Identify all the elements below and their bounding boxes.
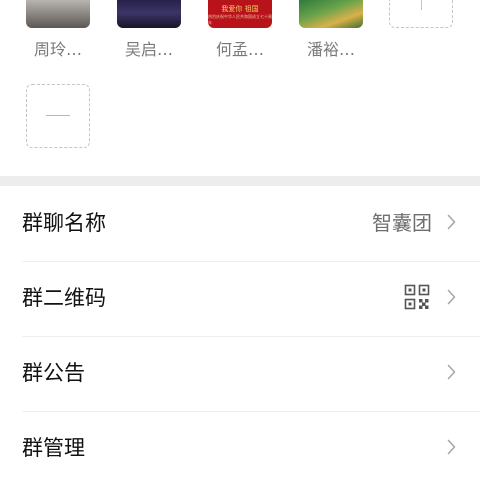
group-management-label: 群管理 (22, 436, 85, 460)
member-item[interactable]: 吴启… (117, 0, 181, 59)
add-member-button[interactable] (389, 0, 453, 28)
qr-code-icon (404, 284, 430, 310)
member-name: 周玲… (33, 40, 82, 59)
member-name: 何孟… (215, 40, 264, 59)
plus-icon (421, 0, 423, 10)
group-management-row[interactable]: 群管理 (0, 411, 480, 486)
member-item[interactable]: 我爱你 祖国 热烈庆祝中华人民共和国成立七十周年 何孟… (208, 0, 272, 59)
member-item[interactable]: 潘裕… (299, 0, 363, 59)
remove-member-button[interactable] (26, 84, 90, 148)
member-avatar[interactable] (299, 0, 363, 28)
member-avatar[interactable]: 我爱你 祖国 热烈庆祝中华人民共和国成立七十周年 (208, 0, 272, 28)
group-name-label: 群聊名称 (22, 211, 106, 235)
member-name: 潘裕… (306, 40, 355, 59)
avatar-banner-title: 我爱你 祖国 (221, 4, 259, 13)
chevron-right-icon (447, 289, 456, 305)
chevron-right-icon (447, 214, 456, 230)
group-settings-list: 群聊名称 智囊团 群二维码 群公告 群管理 (0, 186, 480, 486)
announcement-row[interactable]: 群公告 (0, 336, 480, 411)
chevron-right-icon (447, 439, 456, 455)
section-divider (0, 176, 480, 186)
announcement-label: 群公告 (22, 361, 85, 385)
member-grid: 周玲… 吴启… 我爱你 祖国 热烈庆祝中华人民共和国成立七十周年 何孟… 潘裕… (0, 0, 480, 176)
minus-icon (46, 115, 70, 117)
member-name: 吴启… (124, 40, 173, 59)
group-name-row[interactable]: 群聊名称 智囊团 (0, 186, 480, 261)
qr-code-row[interactable]: 群二维码 (0, 261, 480, 336)
avatar-banner-caption: 热烈庆祝中华人民共和国成立七十周年 (208, 13, 272, 25)
group-name-value: 智囊团 (372, 211, 432, 235)
member-item[interactable]: 周玲… (26, 0, 90, 59)
member-avatar[interactable] (117, 0, 181, 28)
chevron-right-icon (447, 364, 456, 380)
qr-code-label: 群二维码 (22, 286, 106, 310)
member-avatar[interactable] (26, 0, 90, 28)
